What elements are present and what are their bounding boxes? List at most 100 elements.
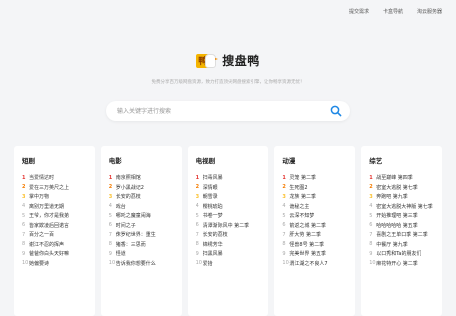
list-item[interactable]: 8 中餐厅 第九季 xyxy=(369,240,435,250)
rank-number: 5 xyxy=(195,212,199,219)
list-item[interactable]: 1 灵笼 第二季 xyxy=(282,173,348,183)
list-item[interactable]: 3 长安的荔枝 xyxy=(109,192,175,202)
rank-number: 5 xyxy=(22,212,26,219)
list-item[interactable]: 7 长安的荔枝 xyxy=(196,230,262,240)
list-item[interactable]: 6 清潭渐际风中 第二季 xyxy=(196,221,262,231)
rank-number: 8 xyxy=(22,241,26,248)
item-title: 朝雪录 xyxy=(202,194,218,201)
category-title[interactable]: 综艺 xyxy=(369,155,435,165)
list-item[interactable]: 5 书卷一梦 xyxy=(196,211,262,221)
category-title[interactable]: 电视剧 xyxy=(196,155,262,165)
rank-number: 2 xyxy=(282,184,286,191)
item-title: 时间之子 xyxy=(115,222,136,229)
list-item[interactable]: 2 爱在三万英尺之上 xyxy=(22,183,88,193)
list-item[interactable]: 6 皆家欺凌后回诺言 xyxy=(22,221,88,231)
list-item[interactable]: 6 时间之子 xyxy=(109,221,175,231)
list-item[interactable]: 3 掌中万物 xyxy=(22,192,88,202)
category-title[interactable]: 短剧 xyxy=(22,155,88,165)
list-item[interactable]: 1 南京照相馆 xyxy=(109,173,175,183)
item-title: 皆家欺凌后回诺言 xyxy=(29,222,70,229)
rank-number: 10 xyxy=(195,260,202,267)
item-title: 深情眼 xyxy=(202,184,218,191)
category-cards: 短剧 1 当爱情达时 2 爱在三万英尺之上 3 掌中万物 4 离别万里道无期 5 王爷，你… xyxy=(14,146,442,316)
list-item[interactable]: 2 生死图2 xyxy=(282,183,348,193)
item-title: 侏罗纪世界：重生 xyxy=(115,232,156,239)
topnav-card-nav-link[interactable]: 卡盒导航 xyxy=(383,8,403,15)
rank-number: 7 xyxy=(195,231,199,238)
rank-number: 7 xyxy=(108,231,112,238)
list-item[interactable]: 5 云深不知梦 xyxy=(282,211,348,221)
list-item[interactable]: 4 诡秘之主 xyxy=(282,202,348,212)
list-item[interactable]: 8 怪兽8号 第二季 xyxy=(282,240,348,250)
list-item[interactable]: 4 樱桃琥珀 xyxy=(196,202,262,212)
list-item[interactable]: 1 战至巅峰 第四季 xyxy=(369,173,435,183)
list-item[interactable]: 9 爸爸你白头天好嘛 xyxy=(22,249,88,259)
list-item[interactable]: 7 肝大劳 第二季 xyxy=(282,230,348,240)
rank-number: 4 xyxy=(369,203,373,210)
item-title: 离别万里道无期 xyxy=(29,203,65,210)
item-title: 长安的荔枝 xyxy=(202,232,228,239)
rank-number: 4 xyxy=(108,203,112,210)
item-title: 怪道 xyxy=(115,251,126,258)
rank-number: 10 xyxy=(369,260,376,267)
rank-number: 6 xyxy=(108,222,112,229)
list-item[interactable]: 8 猪香：三思而 xyxy=(109,240,175,250)
list-item[interactable]: 1 当爱情达时 xyxy=(22,173,88,183)
list-item[interactable]: 10 她偏要诗 xyxy=(22,259,88,269)
topnav-submit-link[interactable]: 提交需求 xyxy=(349,8,369,15)
list-item[interactable]: 8 锦绣芳华 xyxy=(196,240,262,250)
rank-number: 5 xyxy=(369,212,373,219)
category-title[interactable]: 电影 xyxy=(109,155,175,165)
list-item[interactable]: 2 罗小黑战记2 xyxy=(109,183,175,193)
rank-number: 4 xyxy=(282,203,286,210)
site-logo[interactable]: 鸭 搜盘鸭 xyxy=(0,52,456,69)
list-item[interactable]: 9 怪道 xyxy=(109,249,175,259)
topnav-cloud-link[interactable]: 淘云服务器 xyxy=(417,8,442,15)
list-item[interactable]: 10 爱拾 xyxy=(196,259,262,269)
list-item[interactable]: 3 奔跑吧 第九季 xyxy=(369,192,435,202)
list-item[interactable]: 10 渭江湖之不良人7 xyxy=(282,259,348,269)
rank-number: 4 xyxy=(195,203,199,210)
rank-number: 10 xyxy=(22,260,29,267)
rank-number: 6 xyxy=(22,222,26,229)
list-item[interactable]: 3 龙族 第二季 xyxy=(282,192,348,202)
list-item[interactable]: 10 麻花特开心 第二季 xyxy=(369,259,435,269)
search-input[interactable] xyxy=(117,101,317,121)
rank-number: 6 xyxy=(282,222,286,229)
list-item[interactable]: 9 扫黑风暴 xyxy=(196,249,262,259)
list-item[interactable]: 4 离别万里道无期 xyxy=(22,202,88,212)
rank-number: 9 xyxy=(108,250,112,257)
list-item[interactable]: 5 王爷，你才是我弟 xyxy=(22,211,88,221)
list-item[interactable]: 4 戏台 xyxy=(109,202,175,212)
list-item[interactable]: 1 扫毒风暴 xyxy=(196,173,262,183)
rank-number: 3 xyxy=(22,193,26,200)
list-item[interactable]: 9 以口秀和Ta的朋友们 xyxy=(369,249,435,259)
list-item[interactable]: 10 告诉我你想要什么 xyxy=(109,259,175,269)
list-item[interactable]: 2 密室大逃脱 第七季 xyxy=(369,183,435,193)
list-item[interactable]: 5 开始推理吧 第三季 xyxy=(369,211,435,221)
item-title: 灵笼 第二季 xyxy=(289,175,316,182)
category-title[interactable]: 动漫 xyxy=(282,155,348,165)
item-title: 麻花特开心 第二季 xyxy=(376,260,418,267)
item-title: 王爷，你才是我弟 xyxy=(29,213,70,220)
list-item[interactable]: 8 谢江不忍的挥声 xyxy=(22,240,88,250)
list-item[interactable]: 3 朝雪录 xyxy=(196,192,262,202)
item-title: 喜剧之王单口季 第二季 xyxy=(376,232,428,239)
site-name: 搜盘鸭 xyxy=(222,54,260,68)
list-item[interactable]: 9 完美世界 第五季 xyxy=(282,249,348,259)
list-item[interactable]: 4 密室大逃脱大神版 第七季 xyxy=(369,202,435,212)
rank-number: 3 xyxy=(108,193,113,200)
item-title: 她偏要诗 xyxy=(29,260,50,267)
list-item[interactable]: 7 侏罗纪世界：重生 xyxy=(109,230,175,240)
item-title: 中餐厅 第九季 xyxy=(376,241,408,248)
list-item[interactable]: 2 深情眼 xyxy=(196,183,262,193)
list-item[interactable]: 6 箭返之城 第二季 xyxy=(282,221,348,231)
list-item[interactable]: 5 哪吒之魔童闹海 xyxy=(109,211,175,221)
list-item[interactable]: 6 哈哈哈哈哈 第五季 xyxy=(369,221,435,231)
list-item[interactable]: 7 喜剧之王单口季 第二季 xyxy=(369,230,435,240)
rank-number: 2 xyxy=(195,184,200,191)
list-item[interactable]: 7 百分之一百 xyxy=(22,230,88,240)
search-icon[interactable] xyxy=(330,105,342,117)
item-title: 爱拾 xyxy=(202,260,213,267)
item-title: 完美世界 第五季 xyxy=(289,251,326,258)
